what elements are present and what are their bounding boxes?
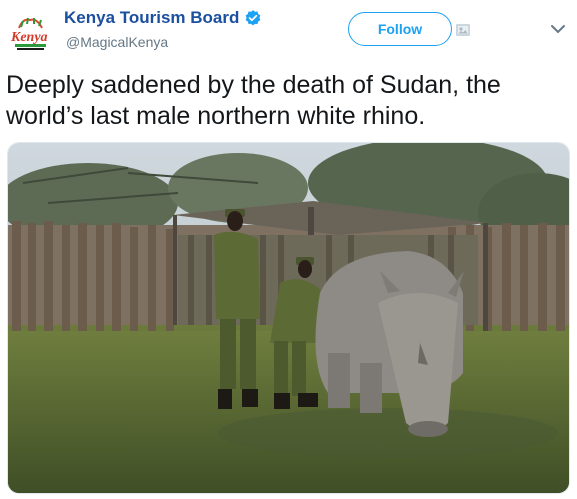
add-user-icon[interactable] <box>456 24 470 36</box>
tweet-photo[interactable] <box>7 142 570 494</box>
tweet-text: Deeply saddened by the death of Sudan, t… <box>6 71 501 130</box>
avatar[interactable]: Kenya <box>7 10 54 57</box>
chevron-down-icon[interactable] <box>550 22 566 36</box>
follow-button[interactable]: Follow <box>348 12 452 46</box>
display-name-text: Kenya Tourism Board <box>64 8 240 27</box>
rhino-photo-image <box>8 143 569 493</box>
svg-text:Kenya: Kenya <box>10 30 48 45</box>
kenya-logo-icon: Kenya <box>10 17 48 50</box>
tweet-header: Kenya Kenya Tourism Board @MagicalKenya … <box>0 0 577 60</box>
verified-badge-icon <box>246 10 261 26</box>
handle[interactable]: @MagicalKenya <box>66 34 168 50</box>
display-name[interactable]: Kenya Tourism Board <box>64 8 262 28</box>
